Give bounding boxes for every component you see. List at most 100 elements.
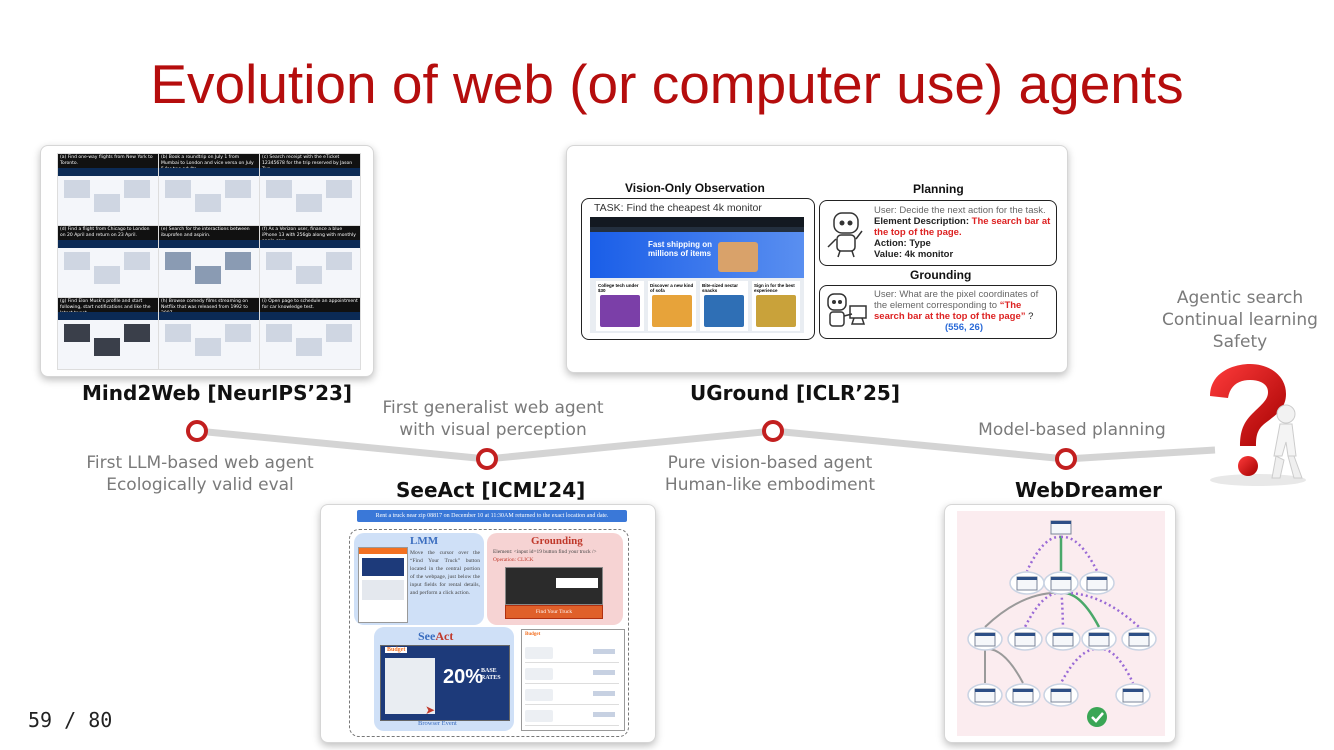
tree-state-node xyxy=(1079,571,1115,595)
seeact-desc-line: First generalist web agent xyxy=(382,398,604,418)
mind2web-content-block xyxy=(326,252,352,270)
seeact-title-act: Act xyxy=(435,629,454,643)
mind2web-nav-bar xyxy=(58,312,158,320)
mind2web-caption: (e) Search for the interactions between … xyxy=(159,226,259,240)
tree-state-node xyxy=(1115,683,1151,707)
banner-text: Fast shipping on millions of items xyxy=(648,240,712,258)
amazon-screenshot: Fast shipping on millions of items Colle… xyxy=(590,217,804,333)
future-line: Continual learning xyxy=(1162,310,1318,330)
mind2web-content-block xyxy=(225,180,251,198)
mind2web-nav-bar xyxy=(58,168,158,176)
thumb-hero xyxy=(362,558,404,576)
mind2web-content-block xyxy=(225,324,251,342)
page-thumbnail-bar xyxy=(1017,577,1037,580)
form-snapshot xyxy=(505,567,603,605)
page-thumbnail-bar xyxy=(1015,633,1035,636)
tree-state-node xyxy=(1045,627,1081,651)
page-number: 59 / 80 xyxy=(28,708,113,732)
mind2web-desc-line: First LLM-based web agent xyxy=(86,453,314,473)
product-card-image xyxy=(600,295,640,327)
webdreamer-description: Model-based planning xyxy=(922,419,1222,441)
result-row xyxy=(525,644,619,663)
product-card-image xyxy=(652,295,692,327)
success-check-icon xyxy=(1087,707,1107,727)
uground-figure: Vision-Only Observation TASK: Find the c… xyxy=(566,145,1068,373)
mind2web-content-block xyxy=(296,266,322,284)
promo-percent: 20% xyxy=(443,666,484,688)
webdreamer-figure xyxy=(944,504,1176,743)
mind2web-label: Mind2Web [NeurIPS’23] xyxy=(82,381,353,405)
page-thumbnail-bar xyxy=(1087,577,1107,580)
page-thumbnail-bar xyxy=(1051,521,1071,524)
page-thumbnail-bar xyxy=(1053,633,1073,636)
tree-root-node xyxy=(1050,520,1072,535)
mind2web-content-block xyxy=(326,180,352,198)
question-mark-figure-icon xyxy=(1210,364,1306,486)
page-thumbnail-bar xyxy=(1051,577,1071,580)
future-directions: Agentic search Continual learning Safety xyxy=(1140,287,1334,353)
form-input xyxy=(556,578,598,588)
tree-state-node xyxy=(967,683,1003,707)
mind2web-content-block xyxy=(165,252,191,270)
mind2web-content-block xyxy=(124,180,150,198)
seeact-label: SeeAct [ICML’24] xyxy=(396,478,586,502)
product-card-title: Sign in for the best experience xyxy=(754,283,795,293)
lmm-thumbnail xyxy=(358,547,408,623)
tree-state-node xyxy=(1009,571,1045,595)
seeact-browser: Budget 20% BASE RATES ➤ xyxy=(380,645,510,721)
timeline-node-webdreamer xyxy=(1055,448,1077,470)
action-line: Action: Type xyxy=(874,238,931,249)
mind2web-screenshot: (i) Open page to schedule an appointment… xyxy=(259,297,361,370)
mind2web-nav-bar xyxy=(58,240,158,248)
mind2web-content-block xyxy=(94,338,120,356)
webdreamer-tree xyxy=(957,511,1165,736)
lmm-panel: LMM Move the cursor over the “Find Your … xyxy=(354,533,484,625)
result-row xyxy=(525,686,619,705)
page-thumbnail-bar xyxy=(1129,633,1149,636)
mind2web-content-block xyxy=(266,252,292,270)
tree-state-node xyxy=(967,627,1003,651)
mind2web-content-block xyxy=(165,180,191,198)
grounding-text: User: What are the pixel coordinates of … xyxy=(874,289,1054,333)
mind2web-description: First LLM-based web agent Ecologically v… xyxy=(50,452,350,496)
tree-state-node xyxy=(1121,627,1157,651)
grounding-question-mark: ? xyxy=(1028,311,1034,322)
product-card: Discover a new kind of sofa xyxy=(648,281,696,331)
tree-state-node xyxy=(1005,683,1041,707)
mind2web-content-block xyxy=(195,266,221,284)
planning-title: Planning xyxy=(913,182,964,196)
mind2web-content-block xyxy=(225,252,251,270)
seeact-title: SeeAct xyxy=(418,629,453,644)
mind2web-content-block xyxy=(195,338,221,356)
product-card-image xyxy=(704,295,744,327)
mind2web-content-block xyxy=(124,324,150,342)
mind2web-content-block xyxy=(64,324,90,342)
mind2web-caption: (b) Book a roundtrip on July 1 from Mumb… xyxy=(159,154,259,168)
price-block xyxy=(593,691,615,696)
mind2web-content-block xyxy=(296,338,322,356)
task-text: TASK: Find the cheapest 4k monitor xyxy=(594,202,762,214)
mind2web-nav-bar xyxy=(260,240,360,248)
uground-desc-line: Human-like embodiment xyxy=(664,475,876,495)
mind2web-screenshot: (c) Search receipt with the eTicket 1234… xyxy=(259,153,361,226)
mind2web-caption: (g) Find Elon Musk's profile and start f… xyxy=(58,298,158,312)
observation-panel: TASK: Find the cheapest 4k monitor Fast … xyxy=(581,198,815,340)
tree-state-node xyxy=(1043,683,1079,707)
mind2web-content-block xyxy=(165,324,191,342)
timeline-node-mind2web xyxy=(186,420,208,442)
page-thumbnail-bar xyxy=(1089,633,1109,636)
page-thumbnail-bar xyxy=(975,689,995,692)
product-card-title: Discover a new kind of sofa xyxy=(650,283,694,293)
product-card-image xyxy=(756,295,796,327)
mind2web-nav-bar xyxy=(260,312,360,320)
page-thumbnail-bar xyxy=(1051,689,1071,692)
uground-description: Pure vision-based agent Human-like embod… xyxy=(620,452,920,496)
uground-label: UGround [ICLR’25] xyxy=(690,381,900,405)
seeact-task: Rent a truck near zip 08817 on December … xyxy=(357,510,627,522)
truck-image xyxy=(525,647,553,659)
future-line: Agentic search xyxy=(1176,288,1304,308)
seeact-grounding-panel: Grounding Element: <input id=19 button f… xyxy=(487,533,623,625)
result-logo: Budget xyxy=(525,632,541,637)
result-row xyxy=(525,665,619,684)
amazon-banner: Fast shipping on millions of items xyxy=(590,232,804,278)
